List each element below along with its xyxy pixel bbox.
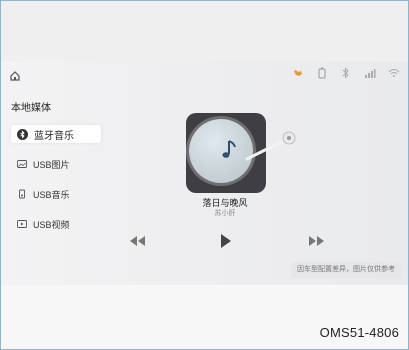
menu-item-bluetooth-music[interactable]: 蓝牙音乐 bbox=[11, 125, 101, 143]
fast-forward-icon bbox=[309, 236, 324, 246]
menu-item-label: USB音乐 bbox=[33, 189, 70, 200]
image-icon bbox=[17, 159, 27, 169]
section-title: 本地媒体 bbox=[11, 103, 51, 114]
pet-icon bbox=[292, 67, 304, 79]
wifi-icon bbox=[388, 67, 400, 79]
disclaimer-label: 因车型配置差异，图片仅供参考 bbox=[291, 262, 401, 278]
menu-item-usb-video[interactable]: USB视频 bbox=[11, 215, 101, 233]
home-icon[interactable] bbox=[9, 69, 21, 81]
album-disc bbox=[189, 119, 253, 183]
video-icon bbox=[17, 219, 27, 229]
media-source-menu: 蓝牙音乐 USB图片 USB音乐 USB视频 bbox=[11, 125, 101, 245]
status-bar bbox=[292, 67, 400, 79]
play-button[interactable] bbox=[219, 234, 233, 248]
artist-name: 苏小肝 bbox=[214, 210, 236, 217]
menu-item-label: USB图片 bbox=[33, 159, 70, 170]
next-track-button[interactable] bbox=[308, 234, 326, 248]
play-icon bbox=[221, 234, 231, 248]
previous-track-button[interactable] bbox=[128, 234, 146, 248]
music-note-icon bbox=[222, 140, 236, 158]
menu-item-usb-music[interactable]: USB音乐 bbox=[11, 185, 101, 203]
battery-icon bbox=[316, 67, 328, 79]
figure-code: OMS51-4806 bbox=[319, 325, 399, 340]
bluetooth-icon bbox=[340, 67, 352, 79]
music-file-icon bbox=[17, 189, 27, 199]
bluetooth-icon bbox=[17, 128, 28, 140]
tonearm-icon bbox=[245, 131, 296, 161]
menu-item-label: 蓝牙音乐 bbox=[34, 130, 74, 142]
top-band bbox=[1, 1, 408, 61]
menu-item-label: USB视频 bbox=[33, 219, 70, 230]
media-screen: 本地媒体 蓝牙音乐 USB图片 USB音乐 USB视频 落日与晚风 苏小肝 因车… bbox=[1, 61, 408, 285]
menu-item-usb-images[interactable]: USB图片 bbox=[11, 155, 101, 173]
rewind-icon bbox=[130, 236, 145, 246]
signal-icon bbox=[364, 67, 376, 79]
